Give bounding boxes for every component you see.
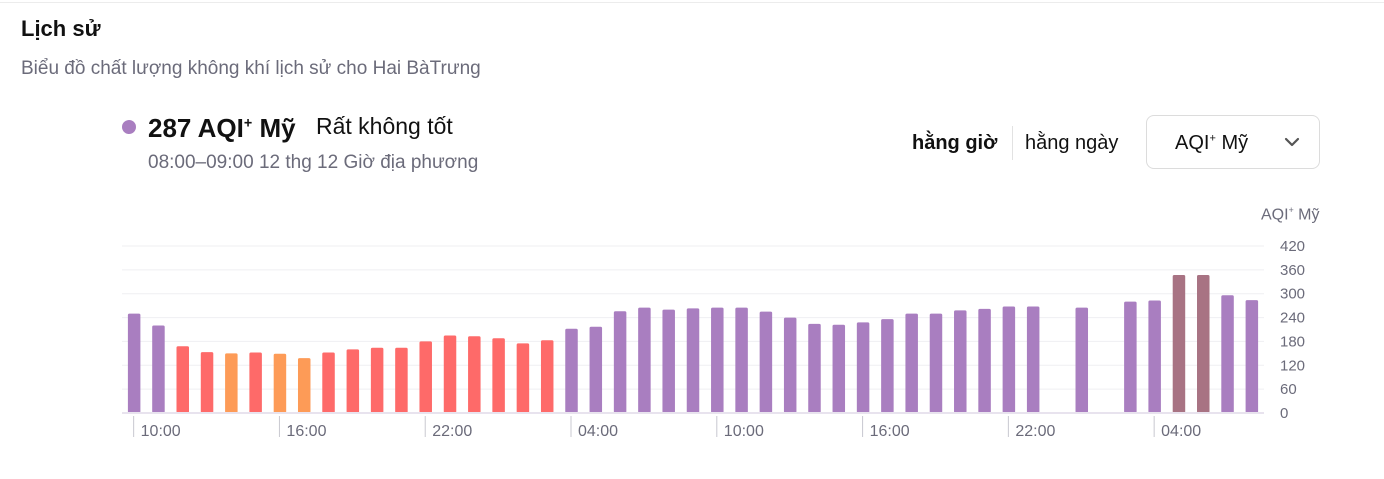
- y-tick-label: 120: [1280, 357, 1305, 374]
- aqi-bar: [297, 358, 311, 413]
- aqi-bar: [419, 341, 432, 413]
- aqi-history-chart: 0 60 120 180 240 300 360 420 10:00 16:00 22:00 04:0…: [122, 238, 1305, 440]
- aqi-bar: [881, 319, 894, 413]
- y-tick-label: 240: [1280, 310, 1305, 327]
- aqi-bar: [808, 323, 821, 413]
- aqi-bar: [516, 343, 530, 413]
- aqi-bar: [468, 336, 481, 413]
- aqi-bar: [1172, 275, 1186, 413]
- aqi-bar: [759, 311, 773, 413]
- x-tick-label: 16:00: [870, 423, 910, 440]
- aqi-bar: [929, 313, 943, 413]
- aqi-bar: [832, 324, 846, 413]
- x-tick-label: 10:00: [141, 423, 181, 440]
- aqi-bar: [711, 307, 724, 413]
- aqi-bar: [492, 338, 505, 413]
- y-tick-label: 420: [1280, 238, 1305, 255]
- aqi-bar: [1002, 306, 1016, 413]
- aqi-bar: [200, 352, 214, 413]
- aqi-bar: [662, 309, 675, 413]
- x-tick-label: 04:00: [1161, 423, 1201, 440]
- aqi-bar: [225, 353, 238, 413]
- x-tick-label: 10:00: [724, 423, 764, 440]
- aqi-bar: [783, 317, 797, 413]
- aqi-bar: [735, 307, 748, 413]
- aqi-bar: [540, 340, 554, 413]
- y-tick-label: 0: [1280, 405, 1288, 422]
- y-tick-label: 300: [1280, 286, 1305, 303]
- aqi-bar: [370, 347, 384, 413]
- aqi-bar: [176, 346, 189, 413]
- aqi-bar: [395, 347, 408, 413]
- aqi-bar: [346, 349, 360, 413]
- aqi-bar: [1197, 275, 1210, 413]
- x-tick-label: 16:00: [286, 423, 326, 440]
- aqi-bar: [1075, 307, 1089, 413]
- aqi-bar: [1221, 295, 1234, 413]
- aqi-bar: [443, 335, 457, 413]
- aqi-bar: [249, 352, 262, 413]
- aqi-bar: [978, 308, 991, 413]
- y-tick-label: 60: [1280, 381, 1297, 398]
- aqi-bar: [565, 328, 578, 413]
- x-tick-label: 04:00: [578, 423, 618, 440]
- aqi-bar: [127, 313, 141, 413]
- x-tick-label: 22:00: [432, 423, 472, 440]
- aqi-bar: [613, 311, 627, 413]
- y-tick-label: 180: [1280, 333, 1305, 350]
- aqi-bar: [589, 326, 603, 413]
- y-tick-label: 360: [1280, 262, 1305, 279]
- aqi-bar: [954, 310, 967, 413]
- aqi-bar: [1124, 301, 1137, 413]
- aqi-bar: [905, 313, 918, 413]
- aqi-bar: [1148, 300, 1161, 413]
- aqi-bar: [856, 322, 870, 413]
- aqi-bar: [1026, 306, 1040, 413]
- aqi-bar: [152, 325, 165, 413]
- x-tick-label: 22:00: [1015, 423, 1055, 440]
- aqi-bar: [273, 353, 287, 413]
- aqi-bar: [638, 307, 651, 413]
- aqi-bar: [686, 308, 700, 413]
- aqi-bar: [322, 352, 335, 413]
- aqi-bar: [1245, 300, 1259, 413]
